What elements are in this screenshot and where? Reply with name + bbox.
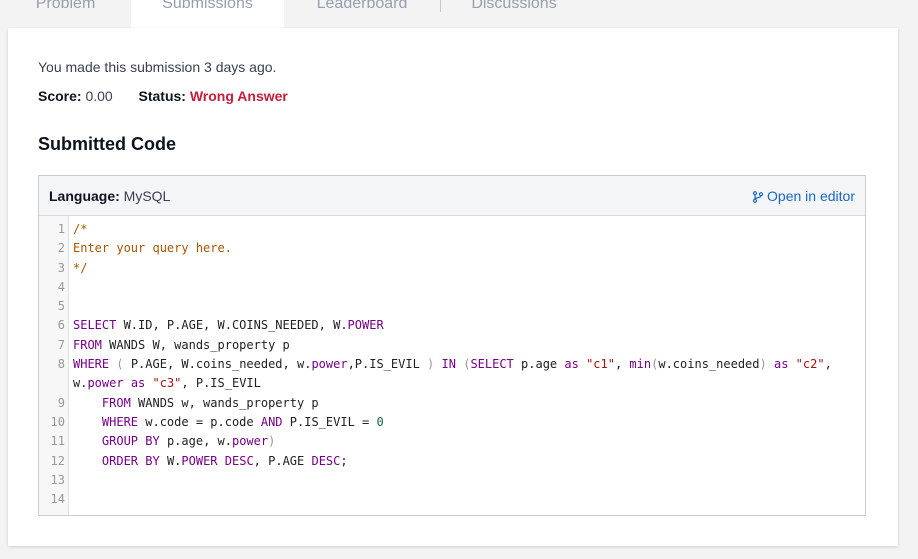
line-number: 3 bbox=[57, 260, 65, 275]
line-number: 4 bbox=[57, 279, 65, 294]
open-in-editor-label: Open in editor bbox=[767, 188, 855, 204]
status-value: Wrong Answer bbox=[189, 88, 288, 104]
code-line: 12 ORDER BY W.POWER DESC, P.AGE DESC; bbox=[39, 452, 865, 471]
section-heading: Submitted Code bbox=[38, 134, 176, 154]
code-line: 4​ bbox=[39, 278, 865, 297]
language-info: Language: MySQL bbox=[49, 188, 170, 204]
tab-discussions[interactable]: Discussions bbox=[440, 0, 588, 28]
line-number: 8 bbox=[57, 357, 65, 372]
code-panel: Language: MySQL Open in editor 1 /* 2 Enter… bbox=[38, 175, 866, 516]
line-text: ​ bbox=[65, 278, 73, 297]
tab-submissions[interactable]: Submissions bbox=[131, 0, 284, 28]
tab-bar: Problem Submissions Leaderboard Discussi… bbox=[0, 0, 918, 30]
line-text: WHERE ( P.AGE, W.coins_needed, w.power,P… bbox=[73, 357, 832, 372]
line-text: WHERE w.code = p.code AND P.IS_EVIL = 0 bbox=[101, 414, 384, 429]
code-line: 6 SELECT W.ID, P.AGE, W.COINS_NEEDED, W.P… bbox=[39, 316, 865, 335]
line-text: ORDER BY W.POWER DESC, P.AGE DESC; bbox=[101, 453, 348, 468]
tab-problem[interactable]: Problem bbox=[0, 0, 131, 28]
code-view[interactable]: 1/*2Enter your query here.3*/4​5​6SELECT… bbox=[39, 220, 865, 509]
line-number: 13 bbox=[50, 472, 65, 487]
line-text: ​ bbox=[65, 471, 73, 490]
line-number: 1 bbox=[57, 222, 65, 236]
language-label: Language: bbox=[49, 188, 120, 204]
open-in-editor-link[interactable]: Open in editor bbox=[752, 188, 855, 204]
line-number: 5 bbox=[57, 299, 65, 314]
line-text: w.power as "c3", P.IS_EVIL bbox=[73, 376, 261, 391]
line-number: 9 bbox=[57, 395, 65, 410]
line-text: /* bbox=[73, 222, 88, 236]
line-number: 11 bbox=[50, 434, 65, 449]
line-text: */ bbox=[73, 260, 88, 275]
branch-icon bbox=[752, 191, 764, 203]
code-line: 11 GROUP BY p.age, w.power) bbox=[39, 432, 865, 451]
line-number bbox=[39, 374, 65, 393]
line-text: FROM WANDS W, wands_property p bbox=[73, 337, 290, 352]
submission-meta: Score: 0.00 Status: Wrong Answer bbox=[38, 88, 288, 104]
line-number: 2 bbox=[57, 241, 65, 256]
line-text: Enter your query here. bbox=[73, 241, 232, 256]
submission-time-text: You made this submission 3 days ago. bbox=[38, 59, 277, 75]
code-line: 7 FROM WANDS W, wands_property p bbox=[39, 336, 865, 355]
code-panel-header: Language: MySQL Open in editor bbox=[39, 176, 865, 216]
score-value: 0.00 bbox=[85, 88, 113, 104]
status-label: Status: bbox=[138, 88, 186, 104]
code-line: 8 WHERE ( P.AGE, W.coins_needed, w.power,… bbox=[39, 355, 865, 374]
line-text: ​ bbox=[65, 490, 73, 509]
language-value: MySQL bbox=[123, 188, 171, 204]
line-number: 14 bbox=[50, 492, 65, 507]
line-text: ​ bbox=[65, 297, 73, 316]
code-line: 2 Enter your query here. bbox=[39, 239, 865, 258]
tab-leaderboard[interactable]: Leaderboard bbox=[284, 0, 440, 28]
code-line: 9 FROM WANDS w, wands_property p bbox=[39, 394, 865, 413]
code-line: 14​ bbox=[39, 490, 865, 509]
code-line: w.power as "c3", P.IS_EVIL bbox=[39, 374, 865, 393]
line-number: 12 bbox=[50, 453, 65, 468]
code-line: 1 /* bbox=[39, 220, 865, 239]
code-line: 3 */ bbox=[39, 259, 865, 278]
submission-card: You made this submission 3 days ago. Sco… bbox=[8, 28, 898, 546]
line-text: GROUP BY p.age, w.power) bbox=[101, 434, 276, 449]
score-label: Score: bbox=[38, 88, 82, 104]
line-number: 6 bbox=[57, 318, 65, 333]
code-line: 5​ bbox=[39, 297, 865, 316]
code-line: 13​ bbox=[39, 471, 865, 490]
line-text: SELECT W.ID, P.AGE, W.COINS_NEEDED, W.PO… bbox=[73, 318, 384, 333]
line-text: FROM WANDS w, wands_property p bbox=[101, 395, 319, 410]
code-line: 10 WHERE w.code = p.code AND P.IS_EVIL =… bbox=[39, 413, 865, 432]
line-number: 10 bbox=[50, 414, 65, 429]
line-number: 7 bbox=[57, 337, 65, 352]
